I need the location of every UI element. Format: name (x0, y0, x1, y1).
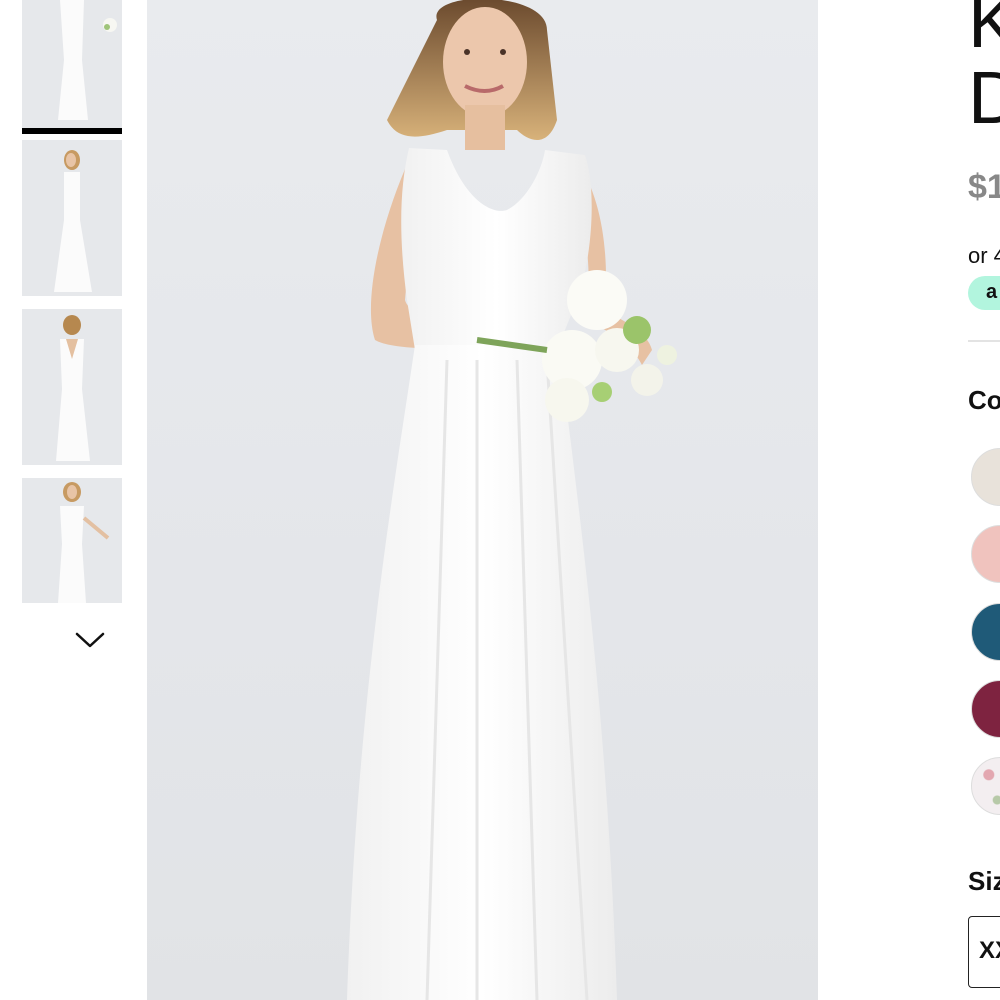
thumbnail-4-image (22, 478, 122, 603)
thumbnail-3[interactable] (22, 309, 122, 465)
color-swatch-teal[interactable] (971, 603, 1000, 661)
size-option-xx[interactable]: XX (968, 916, 1000, 988)
product-title: K D (968, 0, 1000, 139)
color-swatch-burgundy[interactable] (971, 680, 1000, 738)
product-price: $1 (968, 168, 1000, 206)
color-swatch-champagne[interactable] (971, 448, 1000, 506)
color-swatch-floral-print[interactable] (971, 757, 1000, 815)
thumbnail-3-image (22, 309, 122, 465)
chevron-down-icon (75, 632, 105, 648)
divider (968, 340, 1000, 342)
thumbnail-4[interactable] (22, 478, 122, 603)
color-label: Co (968, 385, 1000, 415)
main-product-image[interactable] (147, 0, 818, 1000)
color-swatch-blush[interactable] (971, 525, 1000, 583)
thumbnail-1[interactable] (22, 0, 122, 134)
pay-later-badge[interactable]: a (968, 276, 1000, 310)
thumbnail-1-image (22, 0, 122, 134)
size-option-text: XX (979, 937, 1000, 964)
dress-photo (347, 0, 677, 1000)
product-info-panel: K D $1 or 4 a Co Siz XX (968, 0, 1000, 1000)
pay-later-badge-text: a (986, 281, 998, 303)
size-label: Siz (968, 866, 1000, 896)
thumbnail-2[interactable] (22, 140, 122, 296)
thumbnail-2-image (22, 140, 122, 296)
thumbnail-scroll-down-button[interactable] (72, 626, 108, 654)
installment-text: or 4 (968, 243, 1000, 268)
